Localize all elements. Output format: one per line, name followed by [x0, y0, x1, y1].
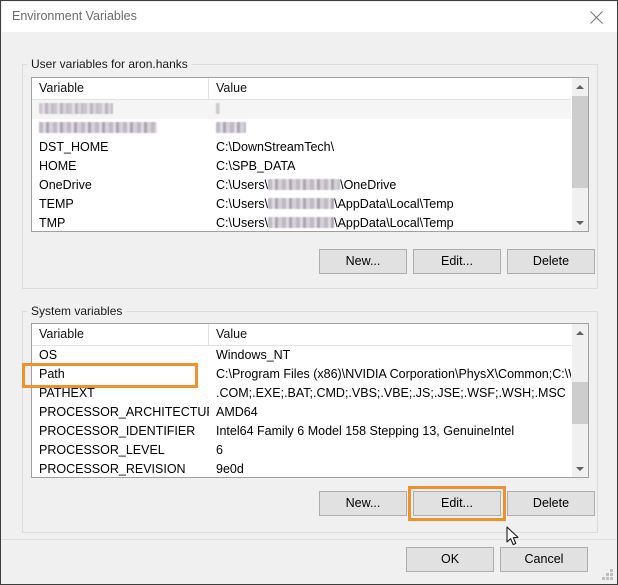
user-variable-name: TEMP — [39, 197, 74, 211]
user-variable-value: C:\Users\ \AppData\Local\Temp — [216, 197, 454, 211]
table-row[interactable] — [32, 119, 588, 138]
redacted-text — [216, 103, 220, 114]
table-row[interactable]: DST_HOME C:\DownStreamTech\ — [32, 138, 588, 157]
system-variable-value: 6 — [216, 443, 223, 457]
redacted-text — [268, 198, 335, 209]
system-variable-value: C:\Program Files (x86)\NVIDIA Corporatio… — [216, 367, 586, 381]
system-variable-name: PROCESSOR_IDENTIFIER — [39, 424, 196, 438]
system-variable-name: PROCESSOR_REVISION — [39, 462, 186, 476]
system-edit-button[interactable]: Edit... — [413, 491, 501, 516]
window-title: Environment Variables — [12, 9, 137, 23]
system-variable-name: PROCESSOR_ARCHITECTURE — [39, 405, 209, 419]
system-variable-value: .COM;.EXE;.BAT;.CMD;.VBS;.VBE;.JS;.JSE;.… — [216, 386, 566, 400]
table-row[interactable] — [32, 100, 588, 119]
redacted-text — [268, 217, 335, 228]
environment-variables-dialog: Environment Variables User variables for… — [0, 0, 618, 585]
user-variable-name — [32, 100, 209, 119]
user-variable-value: C:\Users\ \AppData\Local\Temp — [216, 216, 454, 230]
system-variables-scrollbar[interactable] — [571, 324, 588, 477]
table-row[interactable]: Path C:\Program Files (x86)\NVIDIA Corpor… — [32, 365, 588, 384]
cancel-button[interactable]: Cancel — [500, 547, 588, 572]
ok-button[interactable]: OK — [406, 547, 494, 572]
table-row[interactable]: PROCESSOR_REVISION 9e0d — [32, 460, 588, 477]
user-variables-legend: User variables for aron.hanks — [27, 57, 192, 71]
table-row[interactable]: TMP C:\Users\ \AppData\Local\Temp — [32, 214, 588, 231]
system-variable-value: Intel64 Family 6 Model 158 Stepping 13, … — [216, 424, 515, 438]
system-variable-name: Path — [39, 367, 65, 381]
user-variable-value: C:\DownStreamTech\ — [216, 140, 335, 154]
system-col-variable-header[interactable]: Variable — [32, 324, 209, 345]
system-variables-legend: System variables — [27, 304, 127, 318]
user-variable-name: HOME — [39, 159, 77, 173]
system-variable-name: PROCESSOR_LEVEL — [39, 443, 165, 457]
scroll-up-icon[interactable] — [572, 324, 588, 341]
scroll-down-icon[interactable] — [572, 460, 588, 477]
user-edit-button[interactable]: Edit... — [413, 249, 501, 274]
redacted-text — [268, 179, 341, 190]
system-variable-value: 9e0d — [216, 462, 244, 476]
table-row[interactable]: PROCESSOR_ARCHITECTURE AMD64 — [32, 403, 588, 422]
user-variable-name: DST_HOME — [39, 140, 109, 154]
table-row[interactable]: HOME C:\SPB_DATA — [32, 157, 588, 176]
system-variables-header: Variable Value — [32, 324, 588, 346]
table-row[interactable]: PROCESSOR_LEVEL 6 — [32, 441, 588, 460]
system-new-button[interactable]: New... — [319, 491, 407, 516]
system-variable-value: AMD64 — [216, 405, 258, 419]
system-variable-value: Windows_NT — [216, 348, 291, 362]
scroll-up-icon[interactable] — [572, 78, 588, 95]
table-row[interactable]: PATHEXT .COM;.EXE;.BAT;.CMD;.VBS;.VBE;.JS… — [32, 384, 588, 403]
user-variables-listview[interactable]: Variable Value DST_HOME C:\DownStreamTech… — [31, 77, 589, 232]
user-variable-value: C:\Users\ \OneDrive — [216, 178, 397, 192]
footer-divider — [2, 539, 616, 540]
user-scrollbar-thumb[interactable] — [572, 96, 588, 188]
resize-grip-icon[interactable] — [601, 568, 613, 580]
system-variables-listview[interactable]: Variable Value OS Windows_NT Path C:\Progra… — [31, 323, 589, 478]
redacted-text — [39, 122, 157, 133]
user-variable-value — [209, 100, 586, 119]
system-delete-button[interactable]: Delete — [507, 491, 595, 516]
user-delete-button[interactable]: Delete — [507, 249, 595, 274]
user-variable-name: TMP — [39, 216, 66, 230]
user-new-button[interactable]: New... — [319, 249, 407, 274]
system-variable-name: OS — [39, 348, 58, 362]
user-variables-rows: DST_HOME C:\DownStreamTech\ HOME C:\SPB_DAT… — [32, 100, 588, 231]
user-variable-value: C:\SPB_DATA — [216, 159, 296, 173]
title-bar: Environment Variables — [2, 2, 617, 32]
user-variable-name — [32, 119, 209, 138]
user-variables-header: Variable Value — [32, 78, 588, 100]
table-row[interactable]: OS Windows_NT — [32, 346, 588, 365]
user-variables-scrollbar[interactable] — [571, 78, 588, 231]
scroll-down-icon[interactable] — [572, 214, 588, 231]
table-row[interactable]: TEMP C:\Users\ \AppData\Local\Temp — [32, 195, 588, 214]
system-variables-rows: OS Windows_NT Path C:\Program Files (x86)\N… — [32, 346, 588, 477]
table-row[interactable]: OneDrive C:\Users\ \OneDrive — [32, 176, 588, 195]
user-col-value-header[interactable]: Value — [209, 78, 588, 99]
redacted-text — [216, 122, 246, 133]
system-variable-name: PATHEXT — [39, 386, 95, 400]
system-col-value-header[interactable]: Value — [209, 324, 588, 345]
user-variable-value — [209, 119, 586, 138]
redacted-text — [39, 103, 113, 114]
user-variable-name: OneDrive — [39, 178, 92, 192]
user-col-variable-header[interactable]: Variable — [32, 78, 209, 99]
close-icon[interactable] — [574, 2, 617, 32]
table-row[interactable]: PROCESSOR_IDENTIFIER Intel64 Family 6 Mod… — [32, 422, 588, 441]
system-scrollbar-thumb[interactable] — [572, 382, 588, 424]
